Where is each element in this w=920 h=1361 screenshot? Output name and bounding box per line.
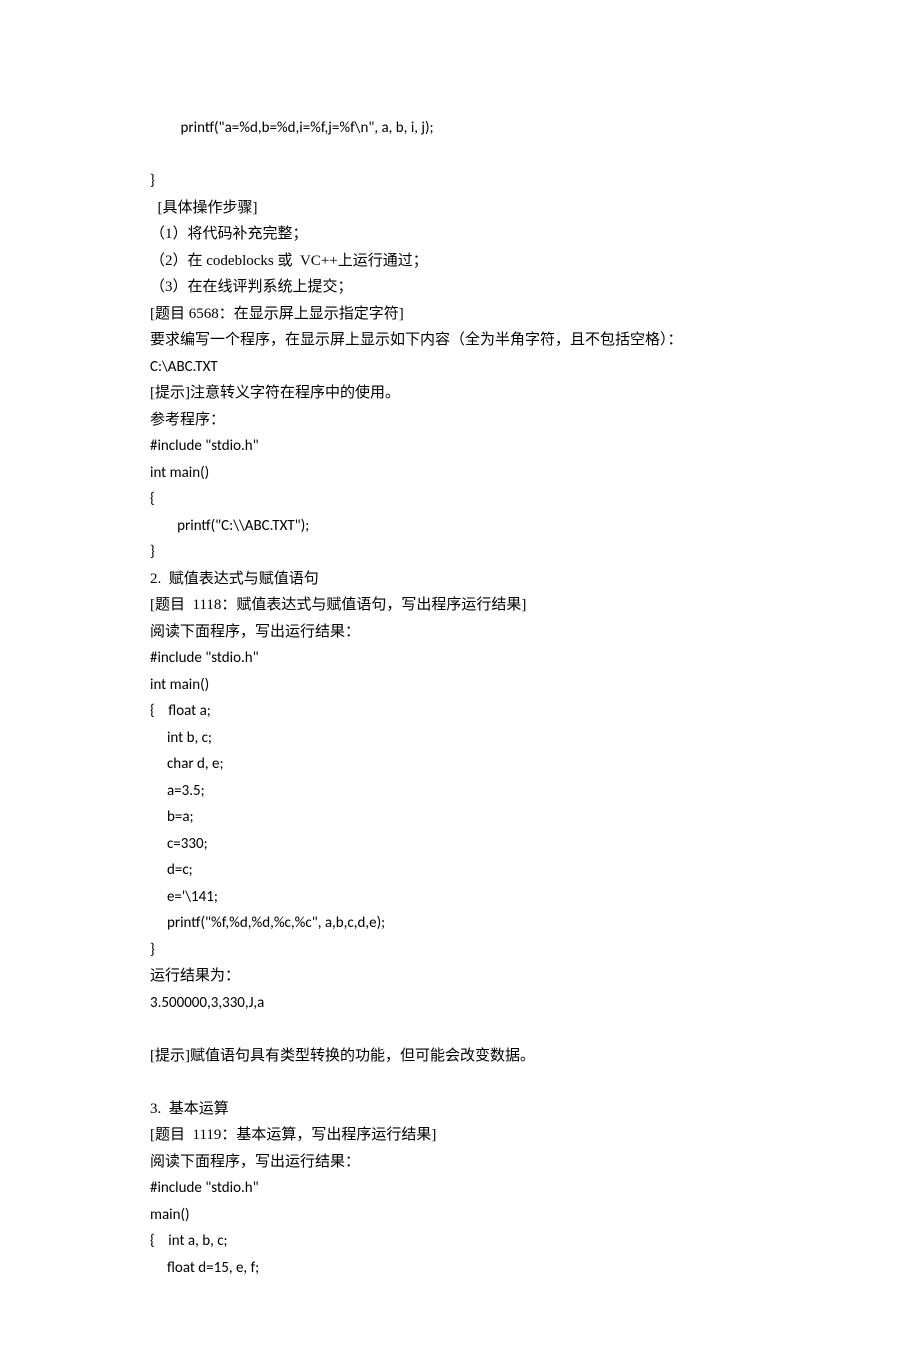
text-line: }: [150, 168, 770, 195]
blank-line: [150, 142, 770, 169]
text-line: [题目 6568：在显示屏上显示指定字符]: [150, 301, 770, 328]
text-line: #include "stdio.h": [150, 1175, 770, 1202]
text-line: main(): [150, 1202, 770, 1229]
text-line: a=3.5;: [150, 778, 770, 805]
text-line: #include "stdio.h": [150, 645, 770, 672]
text-line: [题目 1118：赋值表达式与赋值语句，写出程序运行结果]: [150, 592, 770, 619]
text-line: C:\ABC.TXT: [150, 354, 770, 381]
text-line: d=c;: [150, 857, 770, 884]
text-line: int b, c;: [150, 725, 770, 752]
text-line: （1）将代码补充完整；: [150, 221, 770, 248]
text-line: 3. 基本运算: [150, 1096, 770, 1123]
text-line: printf("C:\\ABC.TXT");: [150, 513, 770, 540]
document-body: printf("a=%d,b=%d,i=%f,j=%f\n", a, b, i,…: [150, 115, 770, 1281]
text-line: （2）在 codeblocks 或 VC++上运行通过；: [150, 248, 770, 275]
blank-line: [150, 1069, 770, 1096]
text-line: 阅读下面程序，写出运行结果：: [150, 1149, 770, 1176]
text-line: }: [150, 937, 770, 964]
text-line: [提示]注意转义字符在程序中的使用。: [150, 380, 770, 407]
text-line: e='\141;: [150, 884, 770, 911]
text-line: 运行结果为：: [150, 963, 770, 990]
text-line: 2. 赋值表达式与赋值语句: [150, 566, 770, 593]
text-line: }: [150, 539, 770, 566]
text-line: [提示]赋值语句具有类型转换的功能，但可能会改变数据。: [150, 1043, 770, 1070]
text-line: [具体操作步骤]: [150, 195, 770, 222]
text-line: float d=15, e, f;: [150, 1255, 770, 1282]
text-line: printf("%f,%d,%d,%c,%c", a,b,c,d,e);: [150, 910, 770, 937]
text-line: {: [150, 486, 770, 513]
text-line: int main(): [150, 672, 770, 699]
text-line: 阅读下面程序，写出运行结果：: [150, 619, 770, 646]
text-line: b=a;: [150, 804, 770, 831]
text-line: [题目 1119：基本运算，写出程序运行结果]: [150, 1122, 770, 1149]
text-line: #include "stdio.h": [150, 433, 770, 460]
text-line: 3.500000,3,330,J,a: [150, 990, 770, 1017]
text-line: int main(): [150, 460, 770, 487]
text-line: printf("a=%d,b=%d,i=%f,j=%f\n", a, b, i,…: [150, 115, 770, 142]
blank-line: [150, 1016, 770, 1043]
text-line: char d, e;: [150, 751, 770, 778]
text-line: c=330;: [150, 831, 770, 858]
text-line: { float a;: [150, 698, 770, 725]
text-line: 要求编写一个程序，在显示屏上显示如下内容（全为半角字符，且不包括空格）：: [150, 327, 770, 354]
text-line: { int a, b, c;: [150, 1228, 770, 1255]
text-line: （3）在在线评判系统上提交；: [150, 274, 770, 301]
text-line: 参考程序：: [150, 407, 770, 434]
